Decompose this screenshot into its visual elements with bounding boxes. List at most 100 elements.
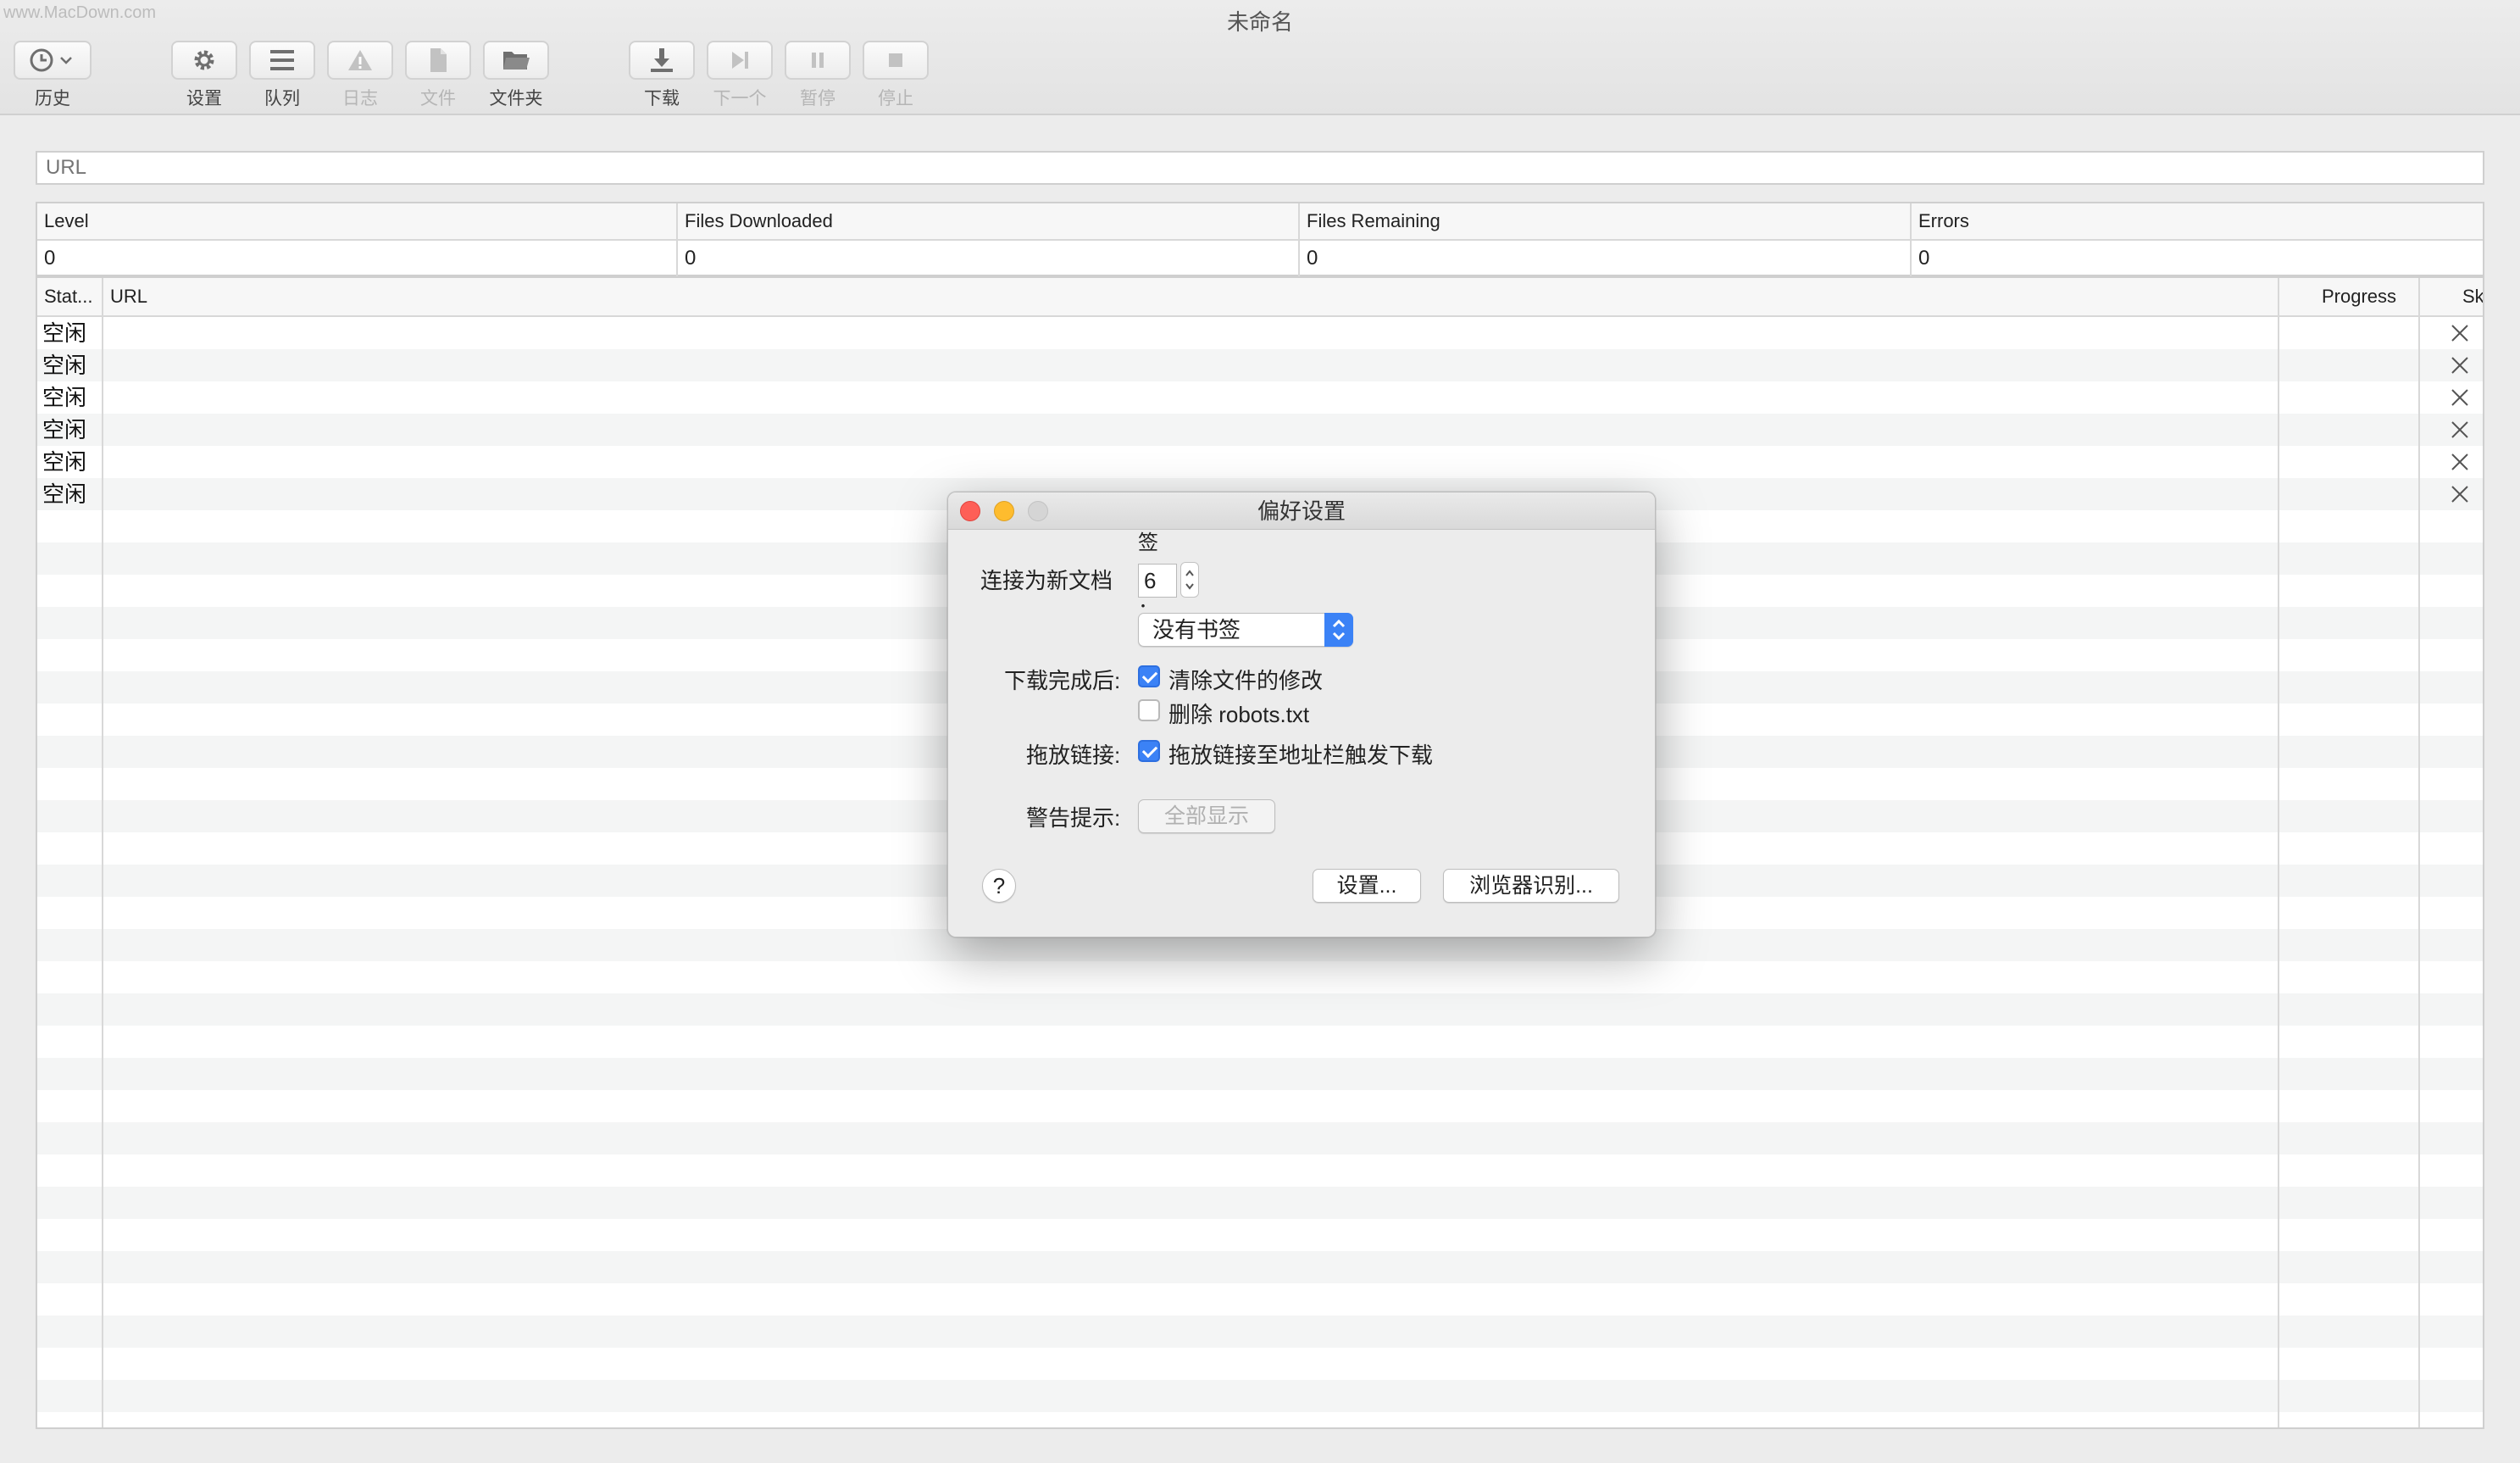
table-row[interactable] xyxy=(37,1219,2483,1251)
table-row[interactable] xyxy=(37,1154,2483,1187)
browser-identification-button[interactable]: 浏览器识别... xyxy=(1443,869,1619,903)
table-row[interactable] xyxy=(37,1348,2483,1380)
column-divider xyxy=(2278,278,2279,1427)
table-row[interactable]: 空闲 xyxy=(37,349,2483,381)
log-button[interactable]: 日志 xyxy=(327,41,393,110)
table-row[interactable] xyxy=(37,1380,2483,1412)
pause-icon xyxy=(812,53,824,68)
stop-icon xyxy=(889,53,902,67)
level-value: 0 xyxy=(37,241,678,276)
progress-column-header[interactable]: Progress xyxy=(2315,278,2456,315)
download-label: 下载 xyxy=(644,89,680,108)
history-button[interactable]: 历史 xyxy=(14,41,92,110)
table-row[interactable] xyxy=(37,993,2483,1026)
files-downloaded-header: Files Downloaded xyxy=(678,203,1300,239)
queue-button[interactable]: 队列 xyxy=(249,41,315,110)
next-label: 下一个 xyxy=(713,89,767,108)
pause-button[interactable]: 暂停 xyxy=(785,41,851,110)
stepper-arrows-icon xyxy=(1185,570,1194,590)
clear-modifications-label: 清除文件的修改 xyxy=(1168,668,1324,693)
show-all-warnings-button[interactable]: 全部显示 xyxy=(1138,799,1275,833)
table-row[interactable] xyxy=(37,1058,2483,1090)
warning-icon xyxy=(348,50,372,70)
url-input[interactable] xyxy=(36,151,2484,185)
row-status: 空闲 xyxy=(42,481,87,507)
table-row[interactable]: 空闲 xyxy=(37,317,2483,349)
folder-button[interactable]: 文件夹 xyxy=(483,41,549,110)
column-divider xyxy=(2418,278,2420,1427)
stop-button[interactable]: 停止 xyxy=(863,41,929,110)
level-header: Level xyxy=(37,203,678,239)
table-row[interactable] xyxy=(37,1122,2483,1154)
popup-chevron-icon xyxy=(1324,613,1353,647)
errors-header: Errors xyxy=(1918,210,1969,231)
title-bar: www.MacDown.com 未命名 历史 设置 队列 日志 文件 文件夹 下… xyxy=(0,0,2520,115)
connections-stepper[interactable] xyxy=(1180,562,1199,598)
warnings-label: 警告提示: xyxy=(1026,805,1121,831)
table-row[interactable] xyxy=(37,1090,2483,1122)
status-column-header[interactable]: Stat... xyxy=(37,278,103,315)
help-button[interactable]: ? xyxy=(982,869,1016,903)
dialog-title: 偏好设置 xyxy=(1257,498,1346,524)
connections-field[interactable]: 6 xyxy=(1138,564,1177,598)
download-icon xyxy=(651,48,673,72)
file-label: 文件 xyxy=(420,89,456,108)
stop-label: 停止 xyxy=(878,89,913,108)
pause-label: 暂停 xyxy=(800,89,835,108)
row-status: 空闲 xyxy=(42,417,87,442)
skip-x-icon[interactable] xyxy=(2451,324,2469,342)
row-status: 空闲 xyxy=(42,449,87,475)
skip-x-icon[interactable] xyxy=(2451,388,2469,407)
table-row[interactable] xyxy=(37,1187,2483,1219)
drag-links-label: 拖放链接: xyxy=(1026,743,1121,768)
settings-dialog-button[interactable]: 设置... xyxy=(1313,869,1421,903)
column-divider xyxy=(102,278,103,1427)
skip-x-icon[interactable] xyxy=(2451,420,2469,439)
table-row[interactable] xyxy=(37,1251,2483,1283)
table-row[interactable] xyxy=(37,1026,2483,1058)
clear-modifications-checkbox[interactable] xyxy=(1138,665,1160,687)
delete-robots-checkbox[interactable] xyxy=(1138,699,1160,721)
dialog-title-bar: 偏好设置 xyxy=(948,492,1655,530)
preferences-dialog: 偏好设置 连接为新文档 签 源 ： 6 没有书签 下载完成后: 清除文件的修改 … xyxy=(947,492,1656,937)
skip-x-icon[interactable] xyxy=(2451,356,2469,375)
table-row[interactable] xyxy=(37,1412,2483,1427)
download-button[interactable]: 下载 xyxy=(629,41,695,110)
bookmark-source-popup[interactable]: 没有书签 xyxy=(1138,613,1353,647)
row-status: 空闲 xyxy=(42,385,87,410)
connections-label: 连接为新文档 xyxy=(980,568,1113,593)
history-label: 历史 xyxy=(35,89,70,108)
row-status: 空闲 xyxy=(42,320,87,346)
file-button[interactable]: 文件 xyxy=(405,41,471,110)
next-button[interactable]: 下一个 xyxy=(707,41,773,110)
skip-column-header[interactable]: Skip xyxy=(2456,278,2483,315)
folder-icon xyxy=(503,52,530,70)
table-row[interactable]: 空闲 xyxy=(37,446,2483,478)
document-icon xyxy=(430,48,447,72)
gear-icon xyxy=(194,50,214,70)
window-title: 未命名 xyxy=(1226,9,1293,35)
errors-value: 0 xyxy=(1918,247,1930,270)
table-row[interactable] xyxy=(37,1316,2483,1348)
table-row[interactable] xyxy=(37,961,2483,993)
skip-x-icon[interactable] xyxy=(2451,453,2469,471)
clock-icon xyxy=(30,48,72,72)
skip-forward-icon xyxy=(732,52,748,69)
table-header: Stat... URL Progress Skip xyxy=(37,278,2483,317)
drag-links-checkbox[interactable] xyxy=(1138,740,1160,762)
files-remaining-header: Files Remaining xyxy=(1300,203,1912,239)
row-status: 空闲 xyxy=(42,353,87,378)
settings-toolbar-button[interactable]: 设置 xyxy=(171,41,237,110)
after-download-label: 下载完成后: xyxy=(1004,668,1121,693)
drag-links-option-label: 拖放链接至地址栏触发下载 xyxy=(1168,743,1434,768)
files-remaining-value: 0 xyxy=(1300,241,1912,276)
table-row[interactable] xyxy=(37,1283,2483,1316)
stats-table: Level Files Downloaded Files Remaining E… xyxy=(36,202,2484,276)
files-downloaded-value: 0 xyxy=(678,241,1300,276)
url-column-header[interactable]: URL xyxy=(103,278,2315,315)
table-row[interactable]: 空闲 xyxy=(37,414,2483,446)
skip-x-icon[interactable] xyxy=(2451,485,2469,503)
queue-label: 队列 xyxy=(264,89,300,108)
bookmark-source-value: 没有书签 xyxy=(1152,617,1241,642)
table-row[interactable]: 空闲 xyxy=(37,381,2483,414)
